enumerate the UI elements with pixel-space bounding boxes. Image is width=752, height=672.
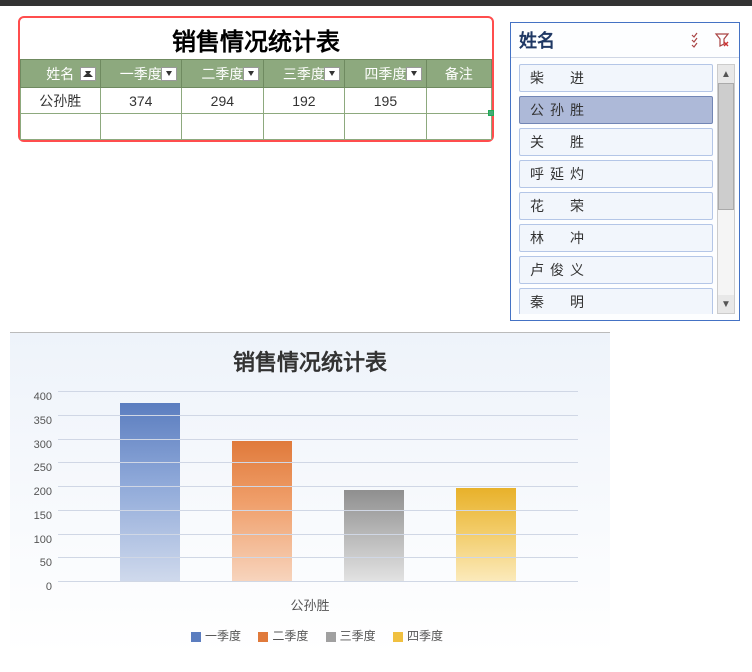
grid-line	[58, 415, 578, 416]
dropdown-icon[interactable]	[243, 67, 259, 81]
chart-title: 销售情况统计表	[10, 345, 610, 377]
scroll-down-button[interactable]: ▼	[718, 295, 734, 313]
cell-q2[interactable]: 294	[182, 88, 264, 114]
legend-swatch-q4	[393, 632, 403, 642]
legend: 一季度 二季度 三季度 四季度	[10, 627, 610, 644]
grid-line	[58, 486, 578, 487]
table-title: 销售情况统计表	[20, 18, 492, 59]
cell-q1[interactable]: 374	[100, 88, 182, 114]
slicer-panel[interactable]: 姓名 柴 进 公孙胜 关 胜 呼延灼 花 荣 林 冲 卢俊义 秦 明 ▲	[510, 22, 740, 321]
cell-name[interactable]: 公孙胜	[21, 88, 101, 114]
col-name[interactable]: 姓名	[21, 60, 101, 88]
scroll-thumb[interactable]	[718, 83, 734, 210]
multi-select-icon[interactable]	[689, 31, 707, 49]
col-q3[interactable]: 三季度	[263, 60, 345, 88]
dropdown-icon[interactable]	[406, 67, 422, 81]
y-tick: 300	[34, 439, 52, 451]
scroll-up-button[interactable]: ▲	[718, 65, 734, 83]
slicer-item[interactable]: 花 荣	[519, 192, 713, 220]
scroll-track[interactable]	[718, 83, 734, 295]
table-header-row: 姓名 一季度 二季度 三季度	[21, 60, 492, 88]
x-category-label: 公孙胜	[10, 595, 610, 614]
slicer-item[interactable]: 秦 明	[519, 288, 713, 314]
col-q2[interactable]: 二季度	[182, 60, 264, 88]
bar-四季度[interactable]	[456, 488, 516, 581]
chart-panel[interactable]: 销售情况统计表 0 50 100 150 200 250 300 350 400 公孙胜 一季度…	[10, 332, 610, 654]
cell-q4[interactable]: 195	[345, 88, 427, 114]
bar-三季度[interactable]	[344, 490, 404, 581]
y-tick: 200	[34, 486, 52, 498]
col-q1[interactable]: 一季度	[100, 60, 182, 88]
table-row-empty[interactable]	[21, 114, 492, 140]
slicer-body: 柴 进 公孙胜 关 胜 呼延灼 花 荣 林 冲 卢俊义 秦 明 ▲ ▼	[511, 58, 739, 320]
y-tick: 350	[34, 415, 52, 427]
y-tick: 50	[40, 557, 52, 569]
sales-table-panel: 销售情况统计表 姓名 一季度 二季度	[18, 16, 494, 142]
cell-remark[interactable]	[426, 88, 491, 114]
cell-q3[interactable]: 192	[263, 88, 345, 114]
slicer-item[interactable]: 林 冲	[519, 224, 713, 252]
y-tick: 250	[34, 462, 52, 474]
bar-一季度[interactable]	[120, 403, 180, 581]
sales-table: 姓名 一季度 二季度 三季度	[20, 59, 492, 140]
scrollbar[interactable]: ▲ ▼	[717, 64, 735, 314]
grid-line	[58, 581, 578, 582]
y-axis: 050100150200250300350400	[10, 391, 58, 581]
dropdown-icon[interactable]	[324, 67, 340, 81]
y-tick: 400	[34, 391, 52, 403]
grid-line	[58, 391, 578, 392]
grid-line	[58, 557, 578, 558]
y-tick: 0	[46, 581, 52, 593]
slicer-header: 姓名	[511, 23, 739, 58]
grid-line	[58, 534, 578, 535]
col-q4[interactable]: 四季度	[345, 60, 427, 88]
slicer-item[interactable]: 公孙胜	[519, 96, 713, 124]
legend-swatch-q3	[326, 632, 336, 642]
grid-line	[58, 439, 578, 440]
y-tick: 150	[34, 510, 52, 522]
col-remark: 备注	[426, 60, 491, 88]
clear-filter-icon[interactable]	[713, 31, 731, 49]
table-resize-handle[interactable]	[488, 110, 494, 116]
grid-line	[58, 510, 578, 511]
slicer-title: 姓名	[519, 27, 683, 53]
plot-area	[58, 391, 578, 581]
slicer-item[interactable]: 柴 进	[519, 64, 713, 92]
dropdown-icon[interactable]	[161, 67, 177, 81]
table-row[interactable]: 公孙胜 374 294 192 195	[21, 88, 492, 114]
slicer-item[interactable]: 关 胜	[519, 128, 713, 156]
filter-icon[interactable]	[80, 67, 96, 81]
legend-swatch-q1	[191, 632, 201, 642]
y-tick: 100	[34, 534, 52, 546]
slicer-item[interactable]: 呼延灼	[519, 160, 713, 188]
slicer-item[interactable]: 卢俊义	[519, 256, 713, 284]
slicer-list: 柴 进 公孙胜 关 胜 呼延灼 花 荣 林 冲 卢俊义 秦 明	[519, 64, 713, 314]
grid-line	[58, 462, 578, 463]
legend-swatch-q2	[258, 632, 268, 642]
